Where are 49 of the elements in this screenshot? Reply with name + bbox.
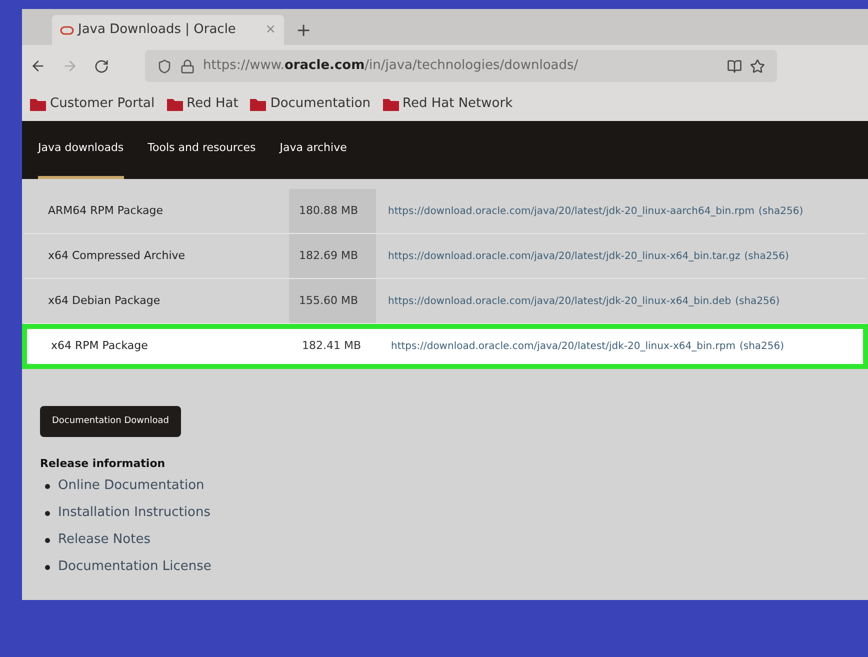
reader-view-icon[interactable]: [727, 58, 742, 74]
release-link[interactable]: Documentation License: [58, 557, 212, 577]
browser-tab[interactable]: Java Downloads | Oracle ×: [52, 15, 284, 45]
bullet-icon: [45, 510, 50, 516]
table-cell: 182.69 MB: [289, 234, 376, 278]
reload-icon[interactable]: [94, 58, 109, 74]
download-link[interactable]: https://download.oracle.com/java/20/latest/jdk-20_linux-x64_bin.rpm: [391, 339, 736, 354]
checksum-link[interactable]: (sha256): [744, 248, 789, 264]
checksum-link[interactable]: (sha256): [739, 339, 784, 354]
download-link[interactable]: https://download.oracle.com/java/20/latest/jdk-20_linux-aarch64_bin.rpm: [388, 204, 755, 218]
download-link[interactable]: https://download.oracle.com/java/20/latest/jdk-20_linux-x64_bin.tar.gz: [388, 248, 740, 264]
bookmark-star-icon[interactable]: [750, 58, 765, 74]
nav-tab[interactable]: Java downloads: [38, 121, 124, 179]
bullet-icon: [45, 484, 50, 488]
url-text: https://www.oracle.com/in/java/technologies/downloads/: [203, 57, 580, 76]
checksum-link[interactable]: (sha256): [735, 294, 780, 308]
table-cell: 180.88 MB: [289, 189, 376, 233]
table-cell-text: x64 Debian Package: [47, 292, 162, 309]
documentation-download-button[interactable]: Documentation Download: [40, 406, 181, 437]
tab-title: Java Downloads | Oracle: [78, 21, 237, 40]
bookmark-item[interactable]: Customer Portal: [30, 94, 155, 114]
bullet-icon: [45, 564, 50, 570]
oracle-logo-icon: [60, 26, 74, 34]
release-link[interactable]: Release Notes: [58, 530, 150, 550]
bookmark-item[interactable]: Documentation: [250, 94, 371, 114]
table-cell-text: 182.41 MB: [301, 338, 362, 354]
bookmark-folder-icon: [30, 98, 46, 110]
lock-icon: [180, 58, 195, 74]
shield-icon: [157, 58, 172, 74]
table-cell: 155.60 MB: [289, 279, 376, 323]
bookmark-item[interactable]: Red Hat Network: [382, 94, 513, 114]
back-icon[interactable]: [30, 58, 46, 74]
address-bar[interactable]: https://www.oracle.com/in/java/technologies/downloads/: [145, 50, 777, 82]
new-tab-button[interactable]: +: [296, 15, 312, 45]
nav-tab[interactable]: Tools and resources: [148, 121, 256, 179]
nav-tab[interactable]: Java archive: [280, 121, 347, 179]
bullet-icon: [45, 538, 50, 542]
table-cell-text: ARM64 RPM Package: [47, 202, 164, 219]
table-cell-text: x64 Compressed Archive: [47, 248, 186, 264]
bookmark-folder-icon: [382, 98, 399, 110]
section-heading: Release information: [40, 456, 166, 472]
download-link[interactable]: https://download.oracle.com/java/20/latest/jdk-20_linux-x64_bin.deb: [388, 294, 732, 308]
release-link[interactable]: Installation Instructions: [58, 503, 210, 523]
bookmark-item[interactable]: Red Hat: [166, 94, 238, 114]
checksum-link[interactable]: (sha256): [758, 204, 804, 218]
bookmark-folder-icon: [250, 98, 266, 110]
release-link[interactable]: Online Documentation: [58, 476, 204, 496]
bookmark-folder-icon: [166, 98, 183, 110]
table-cell-text: x64 RPM Package: [50, 338, 149, 354]
